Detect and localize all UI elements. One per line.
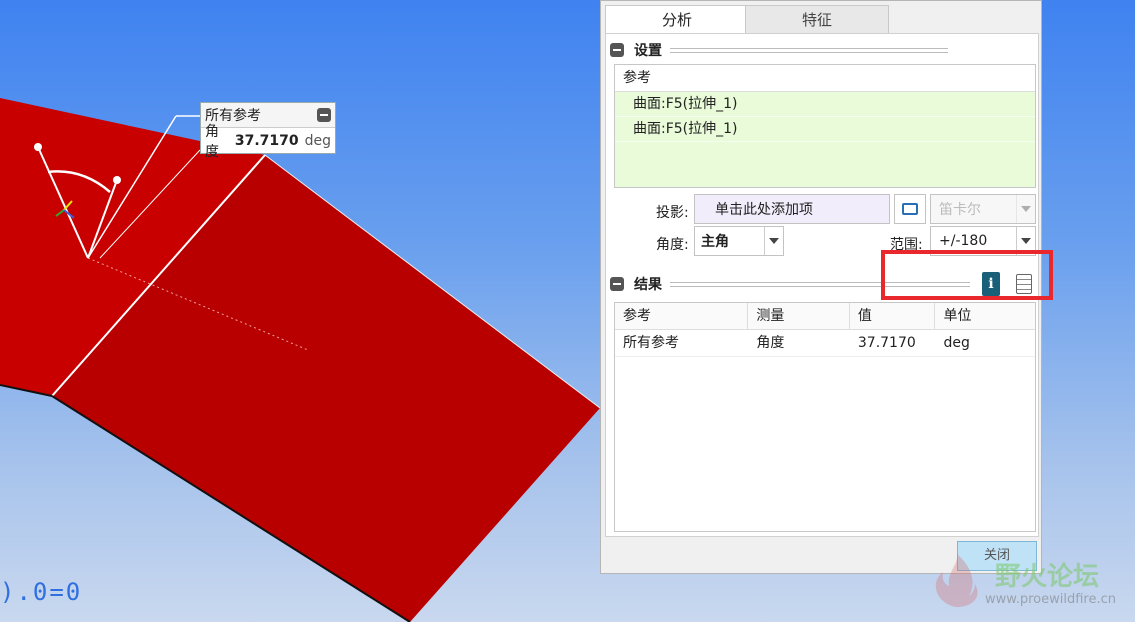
highlight-box: [881, 250, 1053, 300]
flame-logo-icon: [935, 554, 978, 608]
view-button[interactable]: [894, 194, 926, 224]
collapse-results-icon[interactable]: [610, 277, 624, 291]
dim-point-1: [34, 143, 42, 151]
column-header[interactable]: 值: [850, 303, 936, 329]
range-value: +/-180: [939, 233, 988, 249]
column-header[interactable]: 测量: [748, 303, 850, 329]
angle-value: 主角: [701, 234, 729, 250]
table-row[interactable]: 所有参考 角度 37.7170 deg: [615, 330, 1035, 357]
projection-label: 投影:: [656, 205, 689, 221]
list-item[interactable]: 曲面:F5(拉伸_1): [615, 117, 1035, 142]
tab-analysis[interactable]: 分析: [605, 5, 749, 33]
results-header-row: 参考 测量 值 单位: [615, 303, 1035, 330]
collapse-settings-icon[interactable]: [610, 43, 624, 57]
watermark-logo: 野火论坛 www.proewildfire.cn: [925, 552, 1135, 622]
list-item[interactable]: 曲面:F5(拉伸_1): [615, 92, 1035, 117]
projection-placeholder: 单击此处添加项: [715, 202, 813, 218]
angle-label: 角度:: [656, 237, 689, 253]
table-cell: 所有参考: [623, 335, 679, 351]
settings-section-header[interactable]: 设置: [610, 40, 948, 60]
angle-dropdown[interactable]: 主角: [694, 226, 784, 256]
chevron-down-icon: [764, 227, 783, 255]
annotation-unit: deg: [304, 133, 331, 149]
chevron-down-icon: [1016, 195, 1035, 223]
dim-point-2: [113, 176, 121, 184]
results-title: 结果: [634, 277, 662, 293]
coordinate-system-dropdown[interactable]: 笛卡尔: [930, 194, 1036, 224]
tab-feature[interactable]: 特征: [745, 5, 889, 33]
section-divider: [670, 47, 948, 53]
watermark-text: 野火论坛: [995, 562, 1100, 592]
table-cell: 角度: [756, 335, 785, 351]
reference-list[interactable]: 参考 曲面:F5(拉伸_1) 曲面:F5(拉伸_1): [614, 64, 1036, 188]
measure-annotation[interactable]: 所有参考 角度 37.7170 deg: [200, 102, 336, 160]
annotation-value: 37.7170: [234, 133, 299, 149]
table-cell: 37.7170: [857, 335, 916, 351]
coordinate-system-value: 笛卡尔: [939, 202, 981, 218]
settings-title: 设置: [634, 43, 662, 59]
annotation-label: 角度: [205, 124, 219, 160]
table-cell: deg: [943, 335, 970, 351]
projection-collector[interactable]: 单击此处添加项: [694, 194, 890, 224]
dialog-tabs: 分析 特征: [601, 1, 1043, 33]
reference-list-header: 参考: [615, 65, 1035, 92]
watermark-url: www.proewildfire.cn: [985, 592, 1116, 607]
results-table[interactable]: 参考 测量 值 单位 所有参考 角度 37.7170 deg: [614, 302, 1036, 532]
graphics-viewport[interactable]: 所有参考 角度 37.7170 deg ).0=0: [0, 0, 600, 622]
view-icon: [902, 203, 918, 215]
collapse-icon[interactable]: [317, 108, 331, 122]
model-surfaces[interactable]: [0, 0, 600, 622]
column-header[interactable]: 参考: [615, 303, 749, 329]
column-header[interactable]: 单位: [935, 303, 1035, 329]
dialog-content: 设置 参考 曲面:F5(拉伸_1) 曲面:F5(拉伸_1) 投影: 单击此处添加…: [605, 33, 1053, 537]
measure-dialog: 分析 特征 设置 参考 曲面:F5(拉伸_1) 曲面:F5(拉伸_1) 投影: …: [600, 0, 1053, 574]
coordinate-readout: ).0=0: [0, 578, 83, 606]
